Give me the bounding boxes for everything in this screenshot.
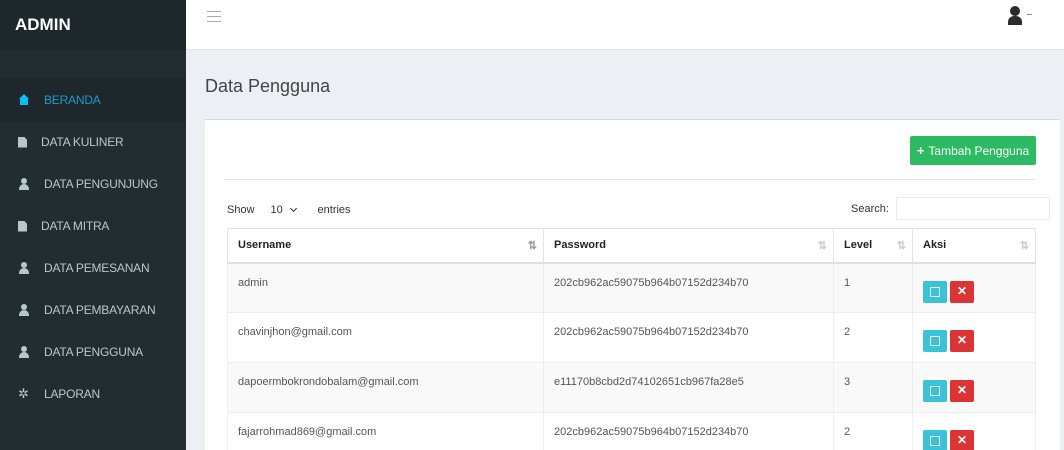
show-label: Show — [227, 204, 255, 216]
table-row: admin 202cb962ac59075b964b07152d234b70 1… — [227, 262, 1036, 313]
sidebar-item-label: LAPORAN — [44, 387, 100, 401]
entries-control: Show 10 entries — [227, 199, 351, 221]
entries-select[interactable]: 10 — [261, 199, 313, 221]
cell-password: e11170b8cbd2d74102651cb967fa28e5 — [543, 362, 834, 413]
sidebar-item-label: DATA PEMBAYARAN — [44, 303, 156, 317]
cell-level: 3 — [833, 362, 913, 413]
header-label: Username — [238, 239, 292, 252]
user-icon — [18, 178, 30, 190]
page-title: Data Pengguna — [205, 76, 331, 96]
edit-button[interactable] — [923, 430, 947, 450]
sort-icon: ⇅ — [1019, 240, 1029, 252]
cell-password: 202cb962ac59075b964b07152d234b70 — [543, 412, 834, 450]
table-row: fajarrohmad869@gmail.com 202cb962ac59075… — [227, 412, 1036, 450]
sidebar-item-data-pemesanan[interactable]: DATA PEMESANAN — [0, 247, 186, 289]
chevron-down-icon — [289, 204, 297, 213]
entries-label: entries — [317, 204, 351, 216]
close-icon: ✕ — [956, 433, 968, 447]
sidebar-item-label: DATA PENGUNJUNG — [44, 177, 158, 191]
add-user-button-label: Tambah Pengguna — [928, 143, 1030, 158]
cell-username: admin — [227, 262, 544, 313]
user-icon — [18, 346, 30, 358]
delete-button[interactable]: ✕ — [950, 330, 974, 352]
header-label: Aksi — [923, 239, 947, 252]
caret-down-icon[interactable] — [1027, 14, 1032, 15]
sidebar-item-data-pengguna[interactable]: DATA PENGGUNA — [0, 331, 186, 373]
hamburger-menu-icon[interactable] — [207, 11, 221, 26]
edit-icon — [930, 336, 940, 346]
sidebar-item-label: DATA PEMESANAN — [44, 261, 150, 275]
sidebar-item-label: BERANDA — [44, 93, 101, 107]
edit-icon — [930, 386, 940, 396]
brand-text: ADMIN — [15, 15, 71, 34]
column-header-username[interactable]: Username ⇅ — [227, 228, 544, 264]
divider — [224, 179, 1035, 180]
delete-button[interactable]: ✕ — [950, 380, 974, 402]
column-header-aksi[interactable]: Aksi ⇅ — [912, 228, 1036, 264]
sort-icon: ⇅ — [896, 240, 906, 252]
header-label: Password — [554, 239, 606, 252]
edit-button[interactable] — [923, 330, 947, 352]
sort-asc-icon: ⇅ — [527, 240, 537, 252]
cell-actions: ✕ — [912, 412, 1036, 450]
plus-icon: + — [916, 143, 925, 158]
sidebar-item-laporan[interactable]: ✲ LAPORAN — [0, 373, 186, 415]
sidebar-item-data-pengunjung[interactable]: DATA PENGUNJUNG — [0, 163, 186, 205]
sidebar-item-label: DATA KULINER — [41, 135, 124, 149]
edit-icon — [930, 286, 940, 297]
sidebar-item-beranda[interactable]: BERANDA — [0, 79, 186, 121]
cell-username: chavinjhon@gmail.com — [227, 312, 544, 363]
edit-button[interactable] — [923, 280, 947, 303]
cell-username: fajarrohmad869@gmail.com — [227, 412, 544, 450]
sort-icon: ⇅ — [817, 240, 827, 252]
sidebar-item-data-pembayaran[interactable]: DATA PEMBAYARAN — [0, 289, 186, 331]
close-icon: ✕ — [956, 383, 968, 397]
table-row: chavinjhon@gmail.com 202cb962ac59075b964… — [227, 312, 1036, 363]
cell-level: 1 — [833, 262, 913, 313]
table-row: dapoermbokrondobalam@gmail.com e11170b8c… — [227, 362, 1036, 413]
file-icon — [18, 220, 27, 232]
cell-actions: ✕ — [912, 362, 1036, 413]
sidebar-menu: BERANDA DATA KULINER DATA PENGUNJUNG DAT… — [0, 79, 186, 415]
user-icon — [18, 304, 30, 316]
top-navbar — [186, 0, 1064, 50]
cell-level: 2 — [833, 412, 913, 450]
close-icon: ✕ — [956, 333, 968, 347]
file-icon — [18, 136, 27, 148]
delete-button[interactable]: ✕ — [950, 430, 974, 450]
sidebar-item-data-mitra[interactable]: DATA MITRA — [0, 205, 186, 247]
user-avatar-icon[interactable] — [1008, 6, 1022, 26]
user-icon — [18, 262, 30, 274]
brand-logo[interactable]: ADMIN — [0, 0, 186, 50]
content-box: + Tambah Pengguna Show 10 entries Search… — [205, 119, 1060, 450]
edit-icon — [930, 436, 940, 446]
edit-button[interactable] — [923, 380, 947, 402]
add-user-button[interactable]: + Tambah Pengguna — [910, 136, 1036, 165]
cell-password: 202cb962ac59075b964b07152d234b70 — [543, 262, 834, 313]
home-icon — [18, 94, 30, 106]
close-icon: ✕ — [956, 283, 968, 298]
column-header-password[interactable]: Password ⇅ — [543, 228, 834, 264]
cell-username: dapoermbokrondobalam@gmail.com — [227, 362, 544, 413]
search-control: Search: — [851, 197, 1050, 220]
users-table: Username ⇅ Password ⇅ Level ⇅ Aksi ⇅ admin 2… — [227, 228, 1036, 450]
delete-button[interactable]: ✕ — [950, 280, 974, 303]
entries-value: 10 — [270, 204, 283, 216]
search-input[interactable] — [895, 197, 1050, 220]
column-header-level[interactable]: Level ⇅ — [833, 228, 913, 264]
header-label: Level — [844, 239, 873, 252]
tools-icon: ✲ — [18, 386, 29, 401]
sidebar: ADMIN BERANDA DATA KULINER DATA PENGUNJU… — [0, 0, 186, 450]
sidebar-item-data-kuliner[interactable]: DATA KULINER — [0, 121, 186, 163]
cell-level: 2 — [833, 312, 913, 363]
sidebar-item-label: DATA MITRA — [41, 219, 110, 233]
cell-password: 202cb962ac59075b964b07152d234b70 — [543, 312, 834, 363]
search-label: Search: — [851, 202, 889, 215]
cell-actions: ✕ — [912, 312, 1036, 363]
cell-actions: ✕ — [912, 262, 1036, 313]
sidebar-item-label: DATA PENGGUNA — [44, 345, 143, 359]
